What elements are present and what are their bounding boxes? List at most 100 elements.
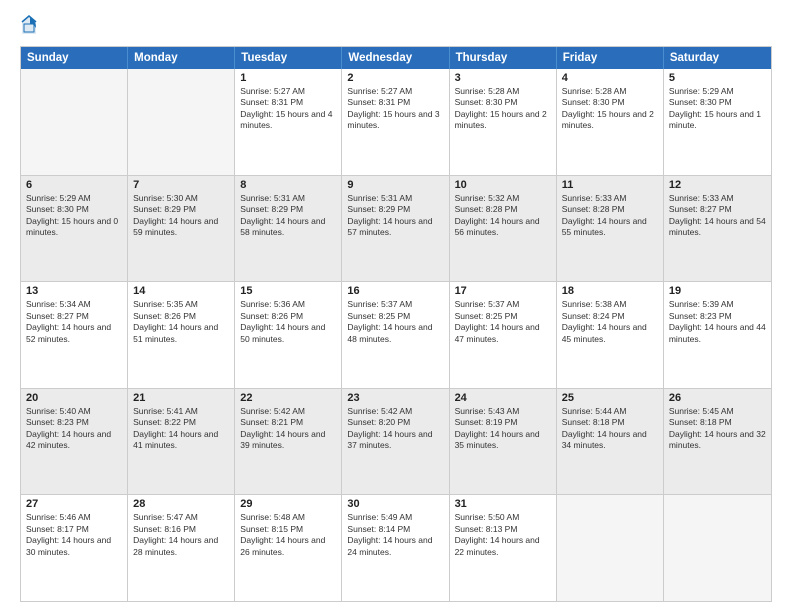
day-number: 27 — [26, 498, 122, 510]
day-number: 15 — [240, 285, 336, 297]
day-detail: Sunrise: 5:28 AM Sunset: 8:30 PM Dayligh… — [562, 86, 658, 132]
day-cell-8: 8Sunrise: 5:31 AM Sunset: 8:29 PM Daylig… — [235, 176, 342, 282]
day-number: 12 — [669, 179, 766, 191]
day-detail: Sunrise: 5:27 AM Sunset: 8:31 PM Dayligh… — [240, 86, 336, 132]
empty-cell — [557, 495, 664, 601]
empty-cell — [128, 69, 235, 175]
day-number: 13 — [26, 285, 122, 297]
day-detail: Sunrise: 5:33 AM Sunset: 8:27 PM Dayligh… — [669, 193, 766, 239]
day-number: 24 — [455, 392, 551, 404]
day-detail: Sunrise: 5:37 AM Sunset: 8:25 PM Dayligh… — [347, 299, 443, 345]
day-number: 31 — [455, 498, 551, 510]
day-number: 28 — [133, 498, 229, 510]
day-cell-20: 20 Sunrise: 5:40 AM Sunset: 8:23 PM Dayli… — [21, 389, 128, 495]
day-cell-12: 12 Sunrise: 5:33 AM Sunset: 8:27 PM Dayli… — [664, 176, 771, 282]
day-detail: Sunrise: 5:42 AM Sunset: 8:21 PM Dayligh… — [240, 406, 336, 452]
day-cell-9: 9 Sunrise: 5:31 AM Sunset: 8:29 PM Daylig… — [342, 176, 449, 282]
day-cell-5: 5 Sunrise: 5:29 AM Sunset: 8:30 PM Daylig… — [664, 69, 771, 175]
day-cell-15: 15 Sunrise: 5:36 AM Sunset: 8:26 PM Dayli… — [235, 282, 342, 388]
day-cell-11: 11Sunrise: 5:33 AM Sunset: 8:28 PM Dayli… — [557, 176, 664, 282]
calendar-body: 1 Sunrise: 5:27 AM Sunset: 8:31 PM Daylig… — [21, 69, 771, 601]
day-detail: Sunrise: 5:33 AM Sunset: 8:28 PM Dayligh… — [562, 193, 658, 239]
day-detail: Sunrise: 5:31 AM Sunset: 8:29 PM Dayligh… — [347, 193, 443, 239]
day-number: 5 — [669, 72, 766, 84]
day-cell-7: 7 Sunrise: 5:30 AM Sunset: 8:29 PM Daylig… — [128, 176, 235, 282]
day-cell-23: 23Sunrise: 5:42 AM Sunset: 8:20 PM Dayli… — [342, 389, 449, 495]
day-number: 30 — [347, 498, 443, 510]
day-number: 23 — [347, 392, 443, 404]
day-cell-28: 28 Sunrise: 5:47 AM Sunset: 8:16 PM Dayli… — [128, 495, 235, 601]
day-header-thursday: Thursday — [450, 47, 557, 69]
day-cell-17: 17 Sunrise: 5:37 AM Sunset: 8:25 PM Dayli… — [450, 282, 557, 388]
day-number: 3 — [455, 72, 551, 84]
calendar-header: SundayMondayTuesdayWednesdayThursdayFrid… — [21, 47, 771, 69]
day-cell-18: 18 Sunrise: 5:38 AM Sunset: 8:24 PM Dayli… — [557, 282, 664, 388]
day-cell-3: 3Sunrise: 5:28 AM Sunset: 8:30 PM Daylig… — [450, 69, 557, 175]
logo-icon — [20, 14, 38, 36]
day-detail: Sunrise: 5:39 AM Sunset: 8:23 PM Dayligh… — [669, 299, 766, 345]
day-detail: Sunrise: 5:49 AM Sunset: 8:14 PM Dayligh… — [347, 512, 443, 558]
day-number: 1 — [240, 72, 336, 84]
day-detail: Sunrise: 5:27 AM Sunset: 8:31 PM Dayligh… — [347, 86, 443, 132]
day-header-saturday: Saturday — [664, 47, 771, 69]
day-cell-22: 22Sunrise: 5:42 AM Sunset: 8:21 PM Dayli… — [235, 389, 342, 495]
day-number: 4 — [562, 72, 658, 84]
day-header-friday: Friday — [557, 47, 664, 69]
day-cell-29: 29Sunrise: 5:48 AM Sunset: 8:15 PM Dayli… — [235, 495, 342, 601]
day-detail: Sunrise: 5:35 AM Sunset: 8:26 PM Dayligh… — [133, 299, 229, 345]
day-number: 10 — [455, 179, 551, 191]
day-number: 26 — [669, 392, 766, 404]
calendar-week-4: 27 Sunrise: 5:46 AM Sunset: 8:17 PM Dayli… — [21, 495, 771, 601]
day-cell-27: 27 Sunrise: 5:46 AM Sunset: 8:17 PM Dayli… — [21, 495, 128, 601]
day-header-sunday: Sunday — [21, 47, 128, 69]
day-cell-13: 13 Sunrise: 5:34 AM Sunset: 8:27 PM Dayli… — [21, 282, 128, 388]
day-number: 9 — [347, 179, 443, 191]
empty-cell — [664, 495, 771, 601]
day-detail: Sunrise: 5:47 AM Sunset: 8:16 PM Dayligh… — [133, 512, 229, 558]
day-cell-10: 10 Sunrise: 5:32 AM Sunset: 8:28 PM Dayli… — [450, 176, 557, 282]
day-cell-1: 1 Sunrise: 5:27 AM Sunset: 8:31 PM Daylig… — [235, 69, 342, 175]
day-number: 21 — [133, 392, 229, 404]
day-number: 20 — [26, 392, 122, 404]
day-detail: Sunrise: 5:40 AM Sunset: 8:23 PM Dayligh… — [26, 406, 122, 452]
day-cell-14: 14Sunrise: 5:35 AM Sunset: 8:26 PM Dayli… — [128, 282, 235, 388]
calendar-week-3: 20 Sunrise: 5:40 AM Sunset: 8:23 PM Dayli… — [21, 389, 771, 496]
day-detail: Sunrise: 5:48 AM Sunset: 8:15 PM Dayligh… — [240, 512, 336, 558]
calendar-week-2: 13 Sunrise: 5:34 AM Sunset: 8:27 PM Dayli… — [21, 282, 771, 389]
day-cell-19: 19Sunrise: 5:39 AM Sunset: 8:23 PM Dayli… — [664, 282, 771, 388]
day-number: 18 — [562, 285, 658, 297]
day-detail: Sunrise: 5:37 AM Sunset: 8:25 PM Dayligh… — [455, 299, 551, 345]
day-detail: Sunrise: 5:34 AM Sunset: 8:27 PM Dayligh… — [26, 299, 122, 345]
day-detail: Sunrise: 5:30 AM Sunset: 8:29 PM Dayligh… — [133, 193, 229, 239]
day-cell-16: 16 Sunrise: 5:37 AM Sunset: 8:25 PM Dayli… — [342, 282, 449, 388]
day-cell-31: 31Sunrise: 5:50 AM Sunset: 8:13 PM Dayli… — [450, 495, 557, 601]
day-cell-2: 2 Sunrise: 5:27 AM Sunset: 8:31 PM Daylig… — [342, 69, 449, 175]
day-detail: Sunrise: 5:29 AM Sunset: 8:30 PM Dayligh… — [26, 193, 122, 239]
header — [20, 16, 772, 36]
logo — [20, 16, 40, 36]
day-number: 17 — [455, 285, 551, 297]
calendar-week-1: 6 Sunrise: 5:29 AM Sunset: 8:30 PM Daylig… — [21, 176, 771, 283]
day-detail: Sunrise: 5:29 AM Sunset: 8:30 PM Dayligh… — [669, 86, 766, 132]
day-cell-4: 4 Sunrise: 5:28 AM Sunset: 8:30 PM Daylig… — [557, 69, 664, 175]
day-detail: Sunrise: 5:43 AM Sunset: 8:19 PM Dayligh… — [455, 406, 551, 452]
day-header-monday: Monday — [128, 47, 235, 69]
day-cell-6: 6 Sunrise: 5:29 AM Sunset: 8:30 PM Daylig… — [21, 176, 128, 282]
day-number: 7 — [133, 179, 229, 191]
day-detail: Sunrise: 5:32 AM Sunset: 8:28 PM Dayligh… — [455, 193, 551, 239]
day-header-tuesday: Tuesday — [235, 47, 342, 69]
calendar: SundayMondayTuesdayWednesdayThursdayFrid… — [20, 46, 772, 602]
day-cell-30: 30 Sunrise: 5:49 AM Sunset: 8:14 PM Dayli… — [342, 495, 449, 601]
day-detail: Sunrise: 5:46 AM Sunset: 8:17 PM Dayligh… — [26, 512, 122, 558]
day-cell-25: 25 Sunrise: 5:44 AM Sunset: 8:18 PM Dayli… — [557, 389, 664, 495]
day-cell-26: 26Sunrise: 5:45 AM Sunset: 8:18 PM Dayli… — [664, 389, 771, 495]
day-detail: Sunrise: 5:38 AM Sunset: 8:24 PM Dayligh… — [562, 299, 658, 345]
day-number: 25 — [562, 392, 658, 404]
day-number: 6 — [26, 179, 122, 191]
day-number: 16 — [347, 285, 443, 297]
page: SundayMondayTuesdayWednesdayThursdayFrid… — [0, 0, 792, 612]
day-detail: Sunrise: 5:36 AM Sunset: 8:26 PM Dayligh… — [240, 299, 336, 345]
day-cell-21: 21Sunrise: 5:41 AM Sunset: 8:22 PM Dayli… — [128, 389, 235, 495]
day-detail: Sunrise: 5:44 AM Sunset: 8:18 PM Dayligh… — [562, 406, 658, 452]
day-number: 2 — [347, 72, 443, 84]
